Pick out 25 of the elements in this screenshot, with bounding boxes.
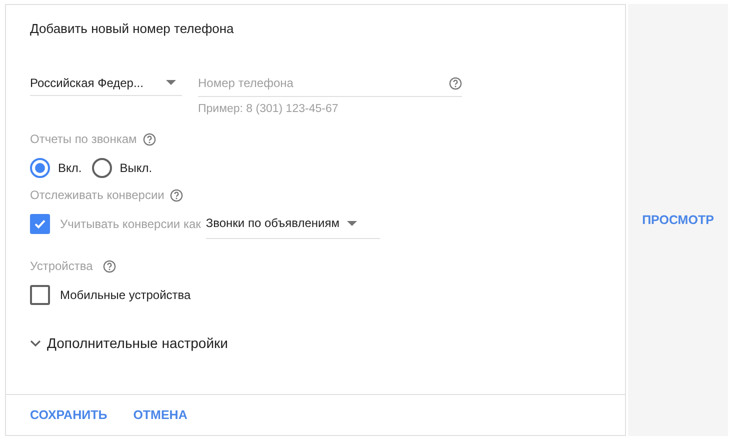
section-label: Устройства <box>30 259 93 273</box>
country-select[interactable]: Российская Федер... <box>30 70 182 96</box>
section-label: Отчеты по звонкам <box>30 132 137 146</box>
radio-label: Вкл. <box>58 161 82 175</box>
advanced-settings-toggle[interactable]: Дополнительные настройки <box>30 335 228 351</box>
conversion-select[interactable]: Звонки по объявлениям <box>206 208 380 239</box>
caret-icon <box>166 80 176 85</box>
save-button[interactable]: СОХРАНИТЬ <box>20 404 118 426</box>
caret-icon <box>347 220 358 226</box>
checkbox-label: Мобильные устройства <box>60 288 191 302</box>
section-label: Отслеживать конверсии <box>30 188 164 202</box>
radio-label: Выкл. <box>120 161 152 175</box>
dialog-title: Добавить новый номер телефона <box>30 21 235 36</box>
checkbox[interactable] <box>30 214 50 234</box>
checkbox[interactable] <box>30 285 50 305</box>
phone-hint: Пример: 8 (301) 123-45-67 <box>198 103 340 115</box>
cancel-button[interactable]: ОТМЕНА <box>123 404 198 426</box>
radio-button[interactable] <box>30 158 50 178</box>
help-icon[interactable] <box>102 260 116 272</box>
help-icon[interactable] <box>170 188 184 202</box>
help-icon[interactable] <box>449 76 462 90</box>
radio-button[interactable] <box>92 158 112 178</box>
checkbox-label: Учитывать конверсии как <box>60 216 201 230</box>
help-icon[interactable] <box>142 132 156 146</box>
chevron-icon <box>30 340 41 346</box>
